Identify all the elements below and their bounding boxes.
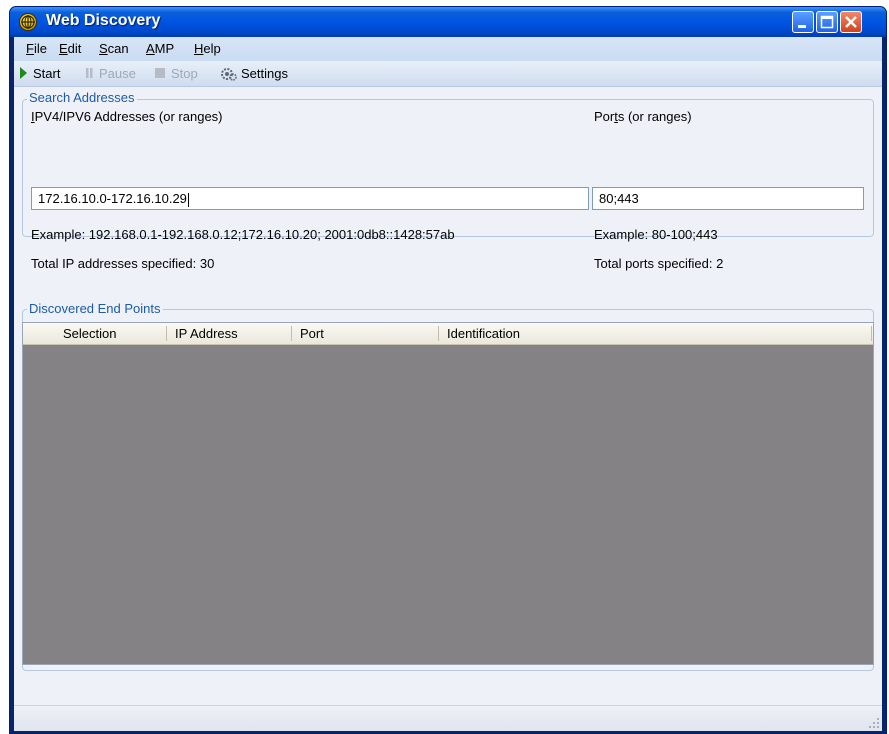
column-header-port[interactable]: Port	[300, 323, 324, 344]
maximize-icon	[820, 15, 834, 29]
menu-help[interactable]: Help	[194, 41, 221, 56]
column-divider[interactable]	[291, 326, 292, 341]
settings-button[interactable]: Settings	[220, 66, 288, 82]
endpoints-list-header: Selection IP Address Port Identification	[23, 323, 873, 345]
addresses-example: Example: 192.168.0.1-192.168.0.12;172.16…	[31, 227, 455, 242]
app-window: Web Discovery File Edit Scan AMP Help St…	[9, 6, 887, 734]
column-header-identification[interactable]: Identification	[447, 323, 520, 344]
ports-input[interactable]: 80;443	[592, 187, 864, 210]
menu-scan[interactable]: Scan	[99, 41, 129, 56]
toolbar: Start Pause Stop Settings	[14, 61, 882, 87]
column-divider[interactable]	[871, 326, 872, 341]
pause-icon	[86, 68, 93, 78]
close-button[interactable]	[840, 11, 862, 33]
column-divider[interactable]	[438, 326, 439, 341]
addresses-total: Total IP addresses specified: 30	[31, 256, 215, 271]
window-title: Web Discovery	[46, 12, 161, 29]
resize-grip-icon[interactable]	[868, 717, 880, 729]
column-header-ip-address[interactable]: IP Address	[175, 323, 238, 344]
menu-bar: File Edit Scan AMP Help	[14, 37, 882, 61]
discovered-end-points-group-label: Discovered End Points	[27, 301, 163, 316]
start-button[interactable]: Start	[19, 66, 60, 82]
addresses-input[interactable]: 172.16.10.0-172.16.10.29	[31, 187, 589, 210]
addresses-label: IPV4/IPV6 Addresses (or ranges)	[31, 109, 223, 124]
pause-button[interactable]: Pause	[85, 66, 136, 82]
menu-edit[interactable]: Edit	[59, 41, 81, 56]
ports-total: Total ports specified: 2	[594, 256, 724, 271]
title-bar[interactable]: Web Discovery	[10, 7, 886, 37]
globe-icon	[19, 13, 37, 31]
ports-example: Example: 80-100;443	[594, 227, 718, 242]
text-caret	[187, 192, 189, 207]
window-client-area: File Edit Scan AMP Help Start Pause Stop	[14, 37, 882, 731]
endpoints-list[interactable]: Selection IP Address Port Identification	[22, 322, 874, 665]
ports-label: Ports (or ranges)	[594, 109, 692, 124]
stop-button[interactable]: Stop	[154, 66, 198, 82]
column-divider[interactable]	[166, 326, 167, 341]
status-bar	[14, 705, 882, 731]
settings-icon	[221, 68, 237, 81]
close-icon	[845, 16, 857, 28]
column-header-selection[interactable]: Selection	[63, 323, 116, 344]
minimize-icon	[798, 25, 806, 28]
menu-amp[interactable]: AMP	[146, 41, 174, 56]
stop-icon	[155, 68, 165, 78]
search-addresses-group-label: Search Addresses	[27, 90, 137, 105]
maximize-button[interactable]	[816, 11, 838, 33]
menu-file[interactable]: File	[26, 41, 47, 56]
play-icon	[20, 67, 27, 79]
minimize-button[interactable]	[792, 11, 814, 33]
